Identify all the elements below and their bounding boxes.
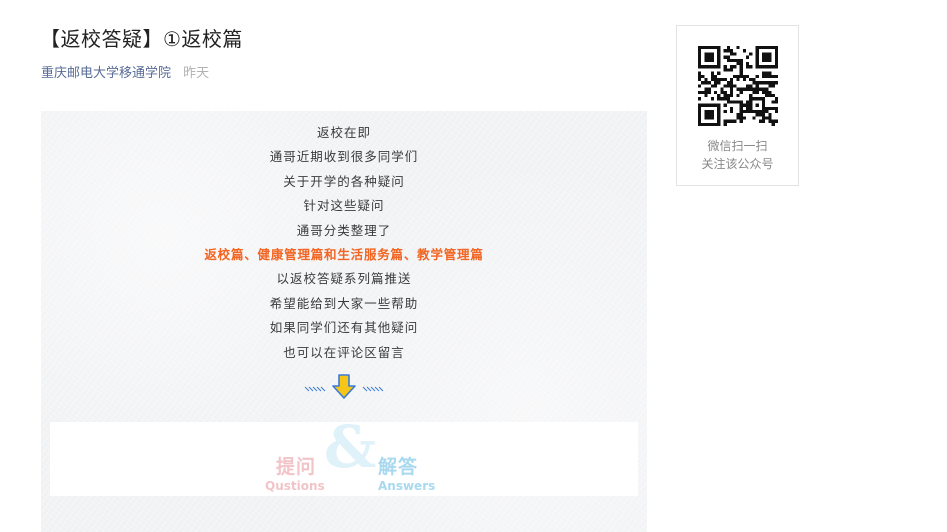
qa-banner: & 提问 Qustions 解答 Answers xyxy=(50,416,638,496)
qa-banner-logo: & 提问 Qustions 解答 Answers xyxy=(260,416,440,494)
qa-answer-label: 解答 xyxy=(378,456,419,478)
intro-line: 如果同学们还有其他疑问 xyxy=(269,320,419,336)
qr-caption: 微信扫一扫 关注该公众号 xyxy=(677,137,798,173)
article-meta: 重庆邮电大学移通学院 昨天 xyxy=(41,65,209,83)
intro-line: 返校在即 xyxy=(316,125,371,140)
qa-ask-label-en: Qustions xyxy=(265,479,325,493)
intro-line: 以返校答疑系列篇推送 xyxy=(276,271,412,287)
publish-time: 昨天 xyxy=(183,66,210,81)
intro-line: 也可以在评论区留言 xyxy=(283,344,405,360)
article-page: 【返校答疑】①返校篇 重庆邮电大学移通学院 昨天 返校在即 通哥近期收到很多同学… xyxy=(0,0,947,532)
intro-line: 通哥近期收到很多同学们 xyxy=(269,149,419,165)
article-content-image: 返校在即 通哥近期收到很多同学们 关于开学的各种疑问 针对这些疑问 通哥分类整理… xyxy=(41,111,647,532)
qa-ampersand: & xyxy=(324,413,377,481)
qa-answer-label-en: Answers xyxy=(378,479,436,493)
qr-caption-line1: 微信扫一扫 xyxy=(707,139,768,153)
intro-line: 希望能给到大家一些帮助 xyxy=(269,295,419,311)
intro-line: 针对这些疑问 xyxy=(303,198,385,214)
qr-caption-line2: 关注该公众号 xyxy=(701,157,774,171)
qr-code-icon xyxy=(698,46,778,126)
intro-line-highlight: 返校篇、健康管理篇和生活服务篇、教学管理篇 xyxy=(204,247,484,263)
intro-line: 关于开学的各种疑问 xyxy=(283,173,405,189)
down-arrow-divider xyxy=(41,373,647,401)
account-name-link[interactable]: 重庆邮电大学移通学院 xyxy=(41,66,171,81)
qa-ask-label: 提问 xyxy=(276,456,317,478)
article-title: 【返校答疑】①返校篇 xyxy=(40,27,243,51)
down-arrow-icon xyxy=(304,374,384,399)
intro-line: 通哥分类整理了 xyxy=(296,222,392,238)
qr-code-panel: 微信扫一扫 关注该公众号 xyxy=(676,25,799,186)
intro-text-block: 返校在即 通哥近期收到很多同学们 关于开学的各种疑问 针对这些疑问 通哥分类整理… xyxy=(41,121,647,365)
